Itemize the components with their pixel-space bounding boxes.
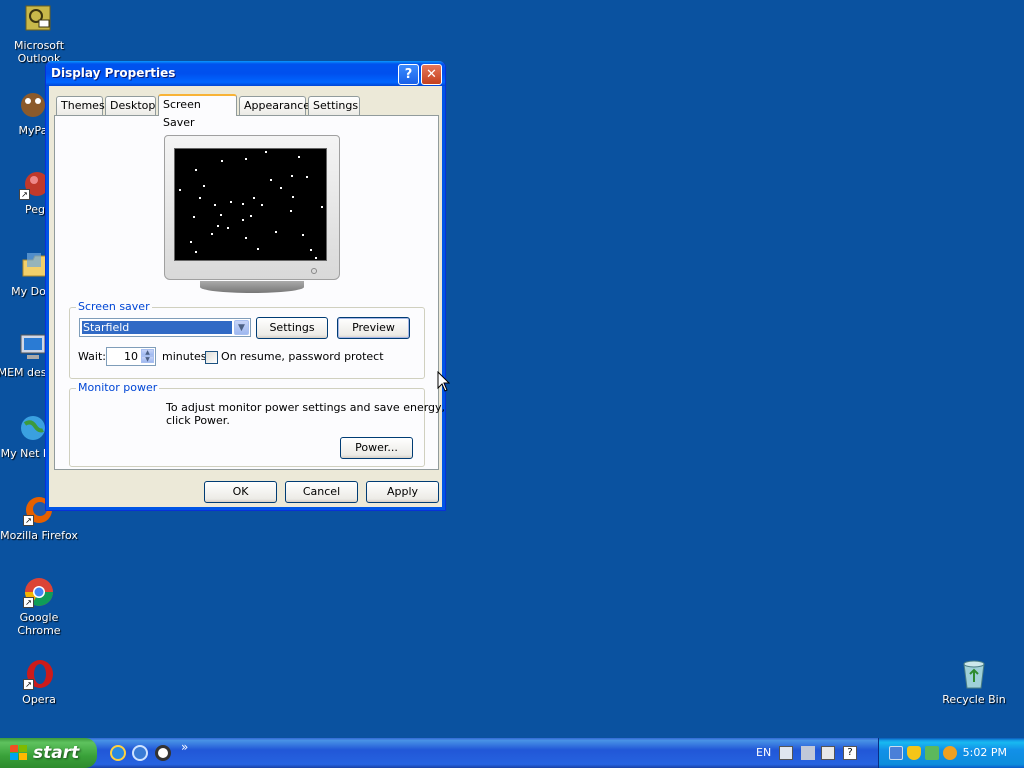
recycle-bin-icon [958,658,990,690]
desktop-icon-label: MyPa [18,124,48,137]
desktop-icon-chrome[interactable]: ↗ Google Chrome [0,576,78,637]
ok-button[interactable]: OK [204,481,277,503]
screen-saver-panel: Screen saver Starfield ▼ Settings Previe… [54,115,445,470]
spinner-buttons: ▲ ▼ [141,349,154,364]
taskbar: start » EN ? 5:02 PM [0,738,1024,768]
minutes-label: minutes [162,350,207,363]
preview-button[interactable]: Preview [337,317,410,339]
monitor-preview [164,135,340,293]
password-protect-label[interactable]: On resume, password protect [221,350,384,363]
power-button[interactable]: Power... [340,437,413,459]
wait-minutes-spinner[interactable]: 10 ▲ ▼ [106,347,156,366]
desktop-icon-label: Recycle Bin [942,693,1006,706]
wait-minutes-value: 10 [124,350,138,363]
network-icon[interactable] [889,746,903,760]
start-button[interactable]: start [0,738,97,768]
monitor-power-description-line1: To adjust monitor power settings and sav… [166,401,446,414]
spin-down-icon[interactable]: ▼ [141,356,154,363]
apply-button[interactable]: Apply [366,481,439,503]
shortcut-arrow-icon: ↗ [19,189,30,200]
tab-screen-saver[interactable]: Screen Saver [158,94,237,129]
tab-themes[interactable]: Themes [56,96,105,115]
screen-saver-group: Screen saver Starfield ▼ Settings Previe… [69,300,425,379]
desktop-icon-recycle-bin[interactable]: Recycle Bin [935,658,1013,706]
display-properties-window: Display Properties ? ✕ Themes Desktop Sc… [45,61,446,511]
desktop-icon-label: Google Chrome [17,611,61,637]
monitor-power-group-label: Monitor power [76,381,160,394]
quick-launch-chevron-icon[interactable]: » [181,740,188,754]
language-indicator[interactable]: EN [756,746,771,759]
chrome-icon: ↗ [23,576,55,608]
close-icon: ✕ [426,67,437,82]
desktop-icon-label: Peg [25,203,45,216]
desktop-icon-label: Mozilla Firefox [0,529,78,542]
monitor-power-led [311,268,317,274]
close-button[interactable]: ✕ [421,64,442,85]
keyboard-icon[interactable] [779,746,793,760]
help-icon: ? [404,67,413,82]
clock[interactable]: 5:02 PM [963,738,1007,768]
starfield-preview-screen [174,148,327,261]
desktop-icon-opera[interactable]: ↗ Opera [0,658,78,706]
tab-appearance[interactable]: Appearance [239,96,310,115]
desktop-icon-outlook[interactable]: Microsoft Outlook [0,4,78,65]
search-icon[interactable] [943,746,957,760]
screen-saver-settings-button[interactable]: Settings [256,317,328,339]
pen-icon[interactable] [801,746,815,760]
help-icon[interactable]: ? [843,746,857,760]
help-button[interactable]: ? [398,64,419,85]
mouse-cursor-icon [437,371,450,392]
dialog-client: Themes Desktop Screen Saver Appearance S… [50,86,445,506]
desktop-icon-label: Opera [22,693,56,706]
shortcut-arrow-icon: ↗ [23,597,34,608]
chevron-down-icon[interactable]: ▼ [234,320,249,335]
start-label: start [33,743,80,763]
shortcut-arrow-icon: ↗ [23,679,34,690]
monitor-power-description-line2: click Power. [166,414,230,427]
monitor-stand [200,281,304,293]
security-shield-icon[interactable] [907,746,921,760]
spin-up-icon[interactable]: ▲ [141,349,154,356]
monitor-power-group: Monitor power To adjust monitor power se… [69,381,445,467]
wait-label: Wait: [78,350,106,363]
title-bar[interactable]: Display Properties ? ✕ [46,61,445,86]
update-icon[interactable] [925,746,939,760]
screen-saver-selected-value: Starfield [81,320,233,335]
cancel-button[interactable]: Cancel [285,481,358,503]
shortcut-arrow-icon: ↗ [23,515,34,526]
opera-icon: ↗ [23,658,55,690]
screen-saver-select[interactable]: Starfield ▼ [79,318,251,337]
window-title: Display Properties [51,66,176,80]
outlook-express-icon[interactable] [132,745,148,761]
screen-saver-group-label: Screen saver [76,300,152,313]
tab-settings[interactable]: Settings [308,96,360,115]
handwriting-icon[interactable] [821,746,835,760]
outlook-icon [23,4,55,36]
internet-explorer-icon[interactable] [110,745,126,761]
windows-logo-icon [10,745,28,761]
system-tray: 5:02 PM [878,738,1024,768]
media-player-icon[interactable] [155,745,171,761]
tab-desktop[interactable]: Desktop [105,96,156,115]
password-protect-checkbox[interactable] [205,351,218,364]
